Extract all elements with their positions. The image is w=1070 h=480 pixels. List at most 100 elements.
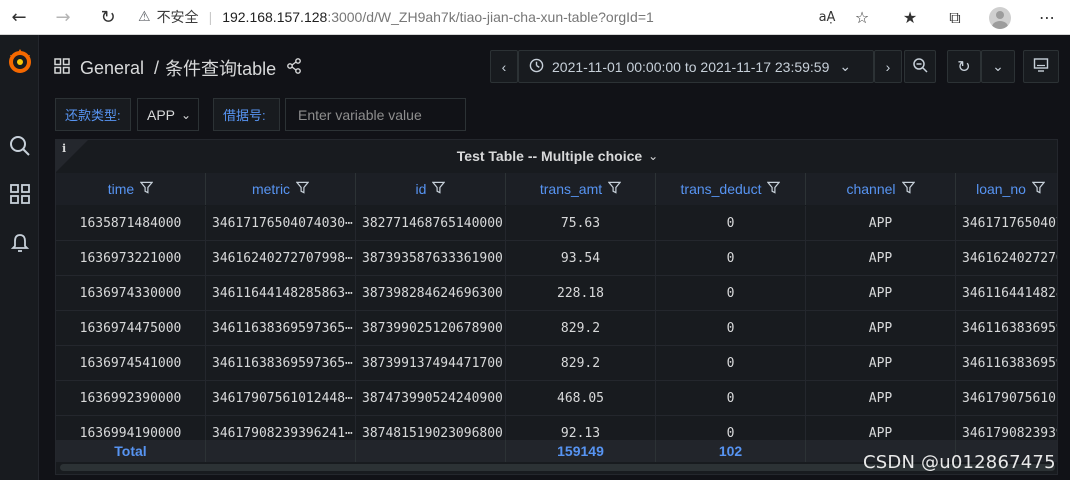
- column-header-label: trans_deduct: [680, 181, 762, 197]
- table-cell: 468.05: [506, 381, 656, 416]
- address-bar[interactable]: ⚠ 不安全 | 192.168.157.128:3000/d/W_ZH9ah7k…: [138, 4, 884, 30]
- table-cell: 34616240272707998⋯: [206, 241, 356, 276]
- filter-icon[interactable]: [1031, 181, 1046, 197]
- table-cell: 34617907561012448⋯: [206, 381, 356, 416]
- url-path: :3000/d/W_ZH9ah7k/tiao-jian-cha-xun-tabl…: [327, 9, 654, 25]
- column-header-label: time: [107, 181, 135, 197]
- folder-link[interactable]: General: [80, 58, 144, 79]
- insecure-label: 不安全: [156, 9, 199, 25]
- filter-icon[interactable]: [901, 181, 915, 197]
- table-cell: 346116441482858: [956, 276, 1057, 311]
- table-cell: 1636973221000: [56, 241, 206, 276]
- panel-title-text: Test Table -- Multiple choice: [456, 148, 643, 164]
- table-cell: APP: [806, 276, 956, 311]
- table-cell: 1636974541000: [56, 346, 206, 381]
- filter-icon[interactable]: [767, 181, 781, 197]
- dashboards-grid-icon: [54, 57, 70, 79]
- column-header-time[interactable]: time: [56, 173, 206, 205]
- refresh-button[interactable]: ↻: [947, 50, 981, 83]
- tv-mode-button[interactable]: [1023, 50, 1059, 83]
- table-cell: 0: [656, 381, 806, 416]
- table-cell: 34611638369597365⋯: [206, 311, 356, 346]
- filter-icon[interactable]: [432, 181, 446, 197]
- favorite-add-icon[interactable]: ☆: [845, 0, 879, 35]
- breadcrumb: General / 条件查询table: [54, 55, 302, 81]
- favorites-icon[interactable]: ★: [893, 0, 927, 35]
- forward-arrow-icon[interactable]: →: [45, 0, 81, 35]
- table-cell: 0: [656, 241, 806, 276]
- repay-type-label: 还款类型:: [55, 98, 131, 131]
- table-cell: 228.18: [506, 276, 656, 311]
- table-cell: 0: [656, 276, 806, 311]
- table-cell: 346171765040740: [956, 206, 1057, 241]
- filter-icon[interactable]: [295, 181, 310, 197]
- more-menu-icon[interactable]: ⋯: [1030, 0, 1064, 35]
- footer-total-label: Total: [56, 440, 206, 462]
- watermark: CSDN @u012867475: [863, 452, 1056, 473]
- table-cell: 382771468765140000: [356, 206, 506, 241]
- footer-cell: 102: [656, 440, 806, 462]
- zoom-out-icon: [912, 57, 928, 76]
- dashboards-icon[interactable]: [0, 176, 39, 212]
- column-header-id[interactable]: id: [356, 173, 506, 205]
- clock-icon: [529, 58, 544, 76]
- column-header-loan-no[interactable]: loan_no: [956, 173, 1057, 205]
- table-cell: 34611644148285863⋯: [206, 276, 356, 311]
- column-header-trans-deduct[interactable]: trans_deduct: [656, 173, 806, 205]
- table-cell: 1636992390000: [56, 381, 206, 416]
- column-header-label: id: [415, 181, 427, 197]
- reload-icon[interactable]: ↻: [90, 0, 126, 35]
- separator: |: [208, 9, 213, 25]
- table-cell: 34617176504074030⋯: [206, 206, 356, 241]
- dashboard-title[interactable]: 条件查询table: [165, 55, 276, 81]
- table-cell: 1635871484000: [56, 206, 206, 241]
- table-cell: 387398284624696300: [356, 276, 506, 311]
- time-forward-button[interactable]: ›: [874, 50, 902, 83]
- table-cell: 387399137494471700: [356, 346, 506, 381]
- column-header-trans-amt[interactable]: trans_amt: [506, 173, 656, 205]
- column-header-label: metric: [251, 181, 291, 197]
- table-cell: 829.2: [506, 311, 656, 346]
- repay-type-value: APP: [147, 106, 176, 123]
- panel-title[interactable]: Test Table -- Multiple choice ⌄: [56, 140, 1057, 172]
- zoom-out-button[interactable]: [904, 50, 936, 83]
- alerting-bell-icon[interactable]: [0, 225, 39, 261]
- dashboard-navbar: General / 条件查询table ‹ 2021-11-01 00:00:0…: [40, 35, 1070, 97]
- column-header-channel[interactable]: channel: [806, 173, 956, 205]
- loan-no-input[interactable]: Enter variable value: [285, 98, 466, 131]
- profile-avatar[interactable]: [983, 0, 1017, 35]
- chevron-down-icon: ⌄: [992, 58, 1004, 74]
- share-icon[interactable]: [286, 57, 302, 79]
- chevron-down-icon: ⌄: [839, 58, 852, 74]
- column-header-metric[interactable]: metric: [206, 173, 356, 205]
- time-range-label: 2021-11-01 00:00:00 to 2021-11-17 23:59:…: [552, 58, 830, 75]
- time-picker-button[interactable]: 2021-11-01 00:00:00 to 2021-11-17 23:59:…: [518, 50, 874, 83]
- table-cell: 829.2: [506, 346, 656, 381]
- refresh-icon: ↻: [957, 57, 971, 76]
- browser-toolbar: ← → ↻ ⚠ 不安全 | 192.168.157.128:3000/d/W_Z…: [0, 0, 1070, 35]
- back-arrow-icon[interactable]: ←: [1, 0, 37, 35]
- read-aloud-icon[interactable]: aẠ: [810, 0, 844, 35]
- table-cell: 93.54: [506, 241, 656, 276]
- table-cell: 346162402727079: [956, 241, 1057, 276]
- collections-icon[interactable]: ⧉: [938, 0, 972, 35]
- warning-icon: ⚠: [138, 9, 151, 25]
- table-cell: 387393587633361900: [356, 241, 506, 276]
- chevron-left-icon: ‹: [501, 58, 507, 75]
- monitor-icon: [1033, 57, 1049, 76]
- refresh-interval-button[interactable]: ⌄: [981, 50, 1015, 83]
- filter-icon[interactable]: [607, 181, 622, 197]
- column-header-label: channel: [846, 181, 896, 197]
- filter-icon[interactable]: [139, 181, 154, 197]
- chevron-down-icon: ⌄: [648, 149, 659, 163]
- table-cell: 1636974475000: [56, 311, 206, 346]
- repay-type-select[interactable]: APP ⌄: [137, 98, 199, 131]
- time-back-button[interactable]: ‹: [490, 50, 518, 83]
- side-menu: [0, 35, 39, 480]
- table-cell: APP: [806, 311, 956, 346]
- search-icon[interactable]: [0, 128, 39, 164]
- table-cell: 346179075610124: [956, 381, 1057, 416]
- table-cell: 0: [656, 346, 806, 381]
- chevron-right-icon: ›: [885, 58, 891, 75]
- grafana-logo-icon[interactable]: [0, 43, 39, 79]
